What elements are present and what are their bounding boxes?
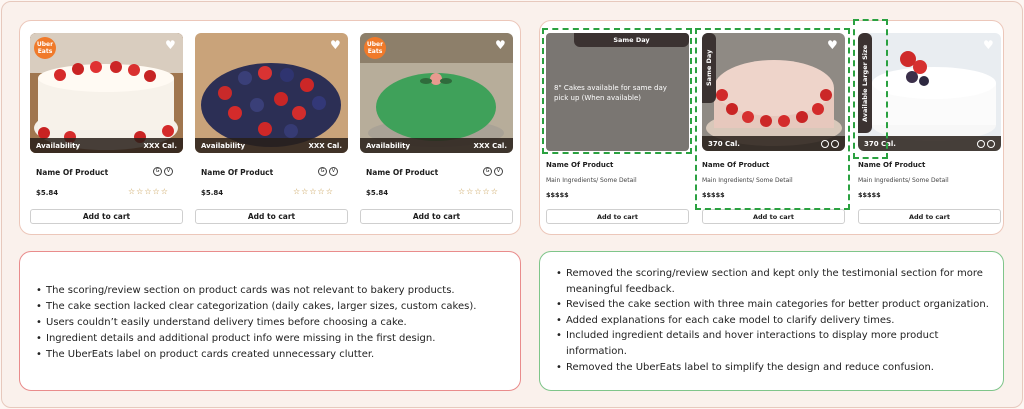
product-price: $5.84 <box>36 189 59 197</box>
vegan-icon: V <box>164 167 173 176</box>
list-item: Added explanations for each cake model t… <box>556 313 996 329</box>
product-photo: ♥ Availability XXX Cal. <box>195 33 348 153</box>
product-name: Name Of Product <box>546 161 614 169</box>
availability-label: Availability <box>36 141 81 150</box>
product-detail: Main Ingredients/ Some Detail <box>858 177 949 184</box>
list-item: The UberEats label on product cards crea… <box>36 347 506 363</box>
highlight-box <box>542 28 692 154</box>
calories-label: XXX Cal. <box>143 141 177 150</box>
add-to-cart-button[interactable]: Add to cart <box>858 209 1001 224</box>
product-card[interactable]: ♥ Availability XXX Cal. Name Of Product … <box>195 33 348 228</box>
product-card[interactable]: Uber Eats ♥ Availability XXX Cal. Name O… <box>360 33 513 228</box>
heart-icon[interactable]: ♥ <box>330 39 342 51</box>
list-item: Revised the cake section with three main… <box>556 297 996 313</box>
availability-label: Availability <box>366 141 411 150</box>
list-item: The cake section lacked clear categoriza… <box>36 299 506 315</box>
vegan-icon: V <box>329 167 338 176</box>
heart-icon[interactable]: ♥ <box>165 39 177 51</box>
add-to-cart-button[interactable]: Add to cart <box>702 209 845 224</box>
product-name: Name Of Product <box>201 168 274 177</box>
diet-icons: GV <box>318 167 338 176</box>
product-name: Name Of Product <box>366 168 439 177</box>
cake-image <box>195 33 348 153</box>
availability-label: Availability <box>201 141 246 150</box>
highlight-box <box>695 28 850 210</box>
list-item: Removed the scoring/review section and k… <box>556 266 996 297</box>
product-card[interactable]: Uber Eats ♥ Availability XXX Cal. Name O… <box>30 33 183 228</box>
heart-icon[interactable]: ♥ <box>495 39 507 51</box>
add-to-cart-button[interactable]: Add to cart <box>360 209 513 224</box>
list-item: Removed the UberEats label to simplify t… <box>556 360 996 376</box>
rating-stars[interactable]: ☆☆☆☆☆ <box>128 187 169 196</box>
ubereats-badge: Uber Eats <box>364 37 386 59</box>
product-price: $5.84 <box>201 189 224 197</box>
vegan-icon <box>987 139 995 148</box>
calories-label: XXX Cal. <box>308 141 342 150</box>
heart-icon[interactable]: ♥ <box>983 39 995 51</box>
product-photo: Uber Eats ♥ Availability XXX Cal. <box>30 33 183 153</box>
product-price: $$$$$ <box>858 191 881 199</box>
gluten-free-icon: G <box>483 167 492 176</box>
product-price: $5.84 <box>366 189 389 197</box>
photo-info-bar: Availability XXX Cal. <box>30 138 183 153</box>
calories-label: XXX Cal. <box>473 141 507 150</box>
issues-list: The scoring/review section on product ca… <box>36 283 506 363</box>
after-design-panel: Same Day 8" Cakes available for same day… <box>539 19 1004 235</box>
rating-stars[interactable]: ☆☆☆☆☆ <box>458 187 499 196</box>
rating-stars[interactable]: ☆☆☆☆☆ <box>293 187 334 196</box>
photo-info-bar: Availability XXX Cal. <box>360 138 513 153</box>
add-to-cart-button[interactable]: Add to cart <box>30 209 183 224</box>
product-price: $$$$$ <box>546 191 569 199</box>
diet-icons <box>977 139 995 148</box>
before-design-panel: Uber Eats ♥ Availability XXX Cal. Name O… <box>19 20 521 235</box>
solutions-list: Removed the scoring/review section and k… <box>556 266 996 375</box>
product-detail: Main Ingredients/ Some Detail <box>546 177 637 184</box>
vegan-icon: V <box>494 167 503 176</box>
list-item: The scoring/review section on product ca… <box>36 283 506 299</box>
product-name: Name Of Product <box>858 161 926 169</box>
ubereats-badge: Uber Eats <box>34 37 56 59</box>
product-name: Name Of Product <box>36 168 109 177</box>
gluten-free-icon: G <box>318 167 327 176</box>
diet-icons: GV <box>483 167 503 176</box>
add-to-cart-button[interactable]: Add to cart <box>546 209 689 224</box>
list-item: Ingredient details and additional produc… <box>36 331 506 347</box>
list-item: Included ingredient details and hover in… <box>556 328 996 359</box>
gluten-free-icon <box>977 139 985 148</box>
gluten-free-icon: G <box>153 167 162 176</box>
highlight-box <box>853 19 888 159</box>
add-to-cart-button[interactable]: Add to cart <box>195 209 348 224</box>
diet-icons: GV <box>153 167 173 176</box>
photo-info-bar: Availability XXX Cal. <box>195 138 348 153</box>
product-photo: Uber Eats ♥ Availability XXX Cal. <box>360 33 513 153</box>
list-item: Users couldn’t easily understand deliver… <box>36 315 506 331</box>
